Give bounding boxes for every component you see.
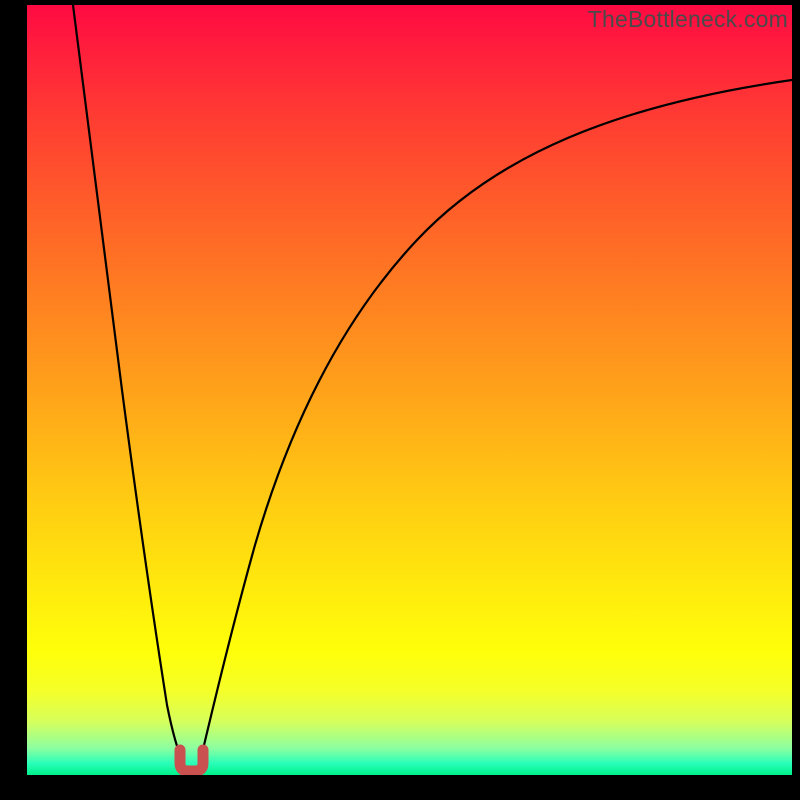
- plot-area: [27, 5, 792, 775]
- curve-right: [200, 80, 792, 762]
- chart-frame: TheBottleneck.com: [0, 0, 800, 800]
- min-marker-icon: [180, 750, 203, 771]
- chart-svg: [27, 5, 792, 775]
- watermark-text: TheBottleneck.com: [588, 6, 788, 33]
- curve-left: [73, 5, 183, 762]
